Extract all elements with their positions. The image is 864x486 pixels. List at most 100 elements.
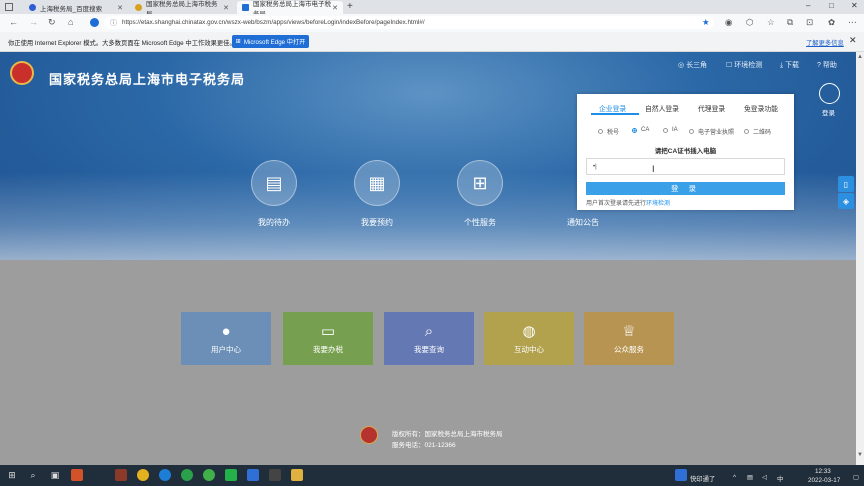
maximize-icon[interactable]: □	[829, 1, 834, 10]
info-icon[interactable]: ⓘ	[110, 18, 117, 28]
forward-icon[interactable]: →	[29, 17, 38, 27]
card-user-center[interactable]: ● 用户中心	[181, 312, 271, 365]
collections-icon[interactable]: ⧉	[787, 17, 793, 28]
file-explorer-icon[interactable]	[291, 469, 303, 481]
favorites-icon[interactable]: ☆	[767, 17, 775, 28]
app-office-icon[interactable]	[71, 469, 83, 481]
my-todo-button[interactable]: ▤	[251, 160, 297, 206]
ie-mode-favicon-icon	[242, 4, 249, 11]
infobar-message: 你正使用 Internet Explorer 模式。大多数页面在 Microso…	[8, 40, 236, 47]
task-view-icon[interactable]: ▣	[49, 469, 61, 481]
address-bar[interactable]: ⓘ https://etax.shanghai.chinatax.gov.cn/…	[104, 16, 714, 29]
home-icon[interactable]: ⌂	[68, 17, 73, 27]
scroll-up-icon[interactable]: ▲	[857, 54, 863, 60]
tray-chevron-icon[interactable]: ^	[733, 474, 736, 481]
radio-ca[interactable]: CA	[632, 127, 649, 133]
badge-icon: ♕	[622, 323, 636, 340]
radio-qr-code[interactable]: 二维码	[744, 127, 771, 136]
tab-baidu-search[interactable]: 上海税务局_百度搜索 ✕	[24, 1, 128, 14]
favorite-star-icon[interactable]: ★	[702, 17, 710, 28]
start-icon[interactable]: ⊞	[6, 469, 18, 481]
link-download[interactable]: ⤓ 下载	[780, 60, 799, 70]
card-public-service[interactable]: ♕ 公众服务	[584, 312, 674, 365]
scroll-down-icon[interactable]: ▼	[857, 452, 863, 458]
chat-icon: ◍	[522, 323, 536, 340]
close-infobar-icon[interactable]: ✕	[849, 35, 857, 46]
check-icon: ☐	[726, 62, 735, 69]
puzzle-icon[interactable]: ⬡	[746, 17, 753, 28]
radio-ia[interactable]: IA	[663, 127, 678, 133]
float-service-icon[interactable]: ◈	[838, 193, 854, 209]
login-dialog: 企业登录 自然人登录 代理登录 免登录功能 税号 CA IA 电子营业执照 二维…	[577, 94, 794, 210]
window-menu-icon[interactable]	[5, 3, 13, 11]
link-yangtze-delta[interactable]: ◎ 长三角	[678, 60, 707, 70]
profile-icon[interactable]: ⊡	[806, 17, 813, 28]
globe-icon: ◎	[678, 62, 687, 69]
tax-emblem-logo	[10, 61, 34, 85]
clock-date[interactable]: 2022-03-17	[808, 477, 840, 484]
login-label[interactable]: 登录	[822, 107, 835, 117]
more-icon[interactable]: ⋯	[848, 17, 857, 28]
radio-tax-id[interactable]: 税号	[598, 127, 619, 136]
grid-icon: ⊞	[472, 172, 488, 193]
app-360-icon[interactable]	[203, 469, 215, 481]
ime-app-icon[interactable]	[675, 469, 687, 481]
card-query[interactable]: ⌕ 我要查询	[384, 312, 474, 365]
tab-no-login-functions[interactable]: 免登录功能	[744, 103, 778, 113]
tab-agent-login[interactable]: 代理登录	[698, 103, 725, 113]
link-help[interactable]: ? 帮助	[817, 60, 837, 70]
notification-icon[interactable]: ▢	[853, 474, 859, 481]
tab-individual-login[interactable]: 自然人登录	[645, 103, 679, 113]
extension-icon[interactable]: ◉	[725, 17, 732, 28]
ime-label[interactable]: 快印通了	[690, 474, 715, 483]
network-icon[interactable]: ▤	[747, 474, 753, 481]
clock-time[interactable]: 12:33	[815, 468, 831, 475]
link-label: 长三角	[686, 62, 708, 69]
open-in-edge-button[interactable]: ⊞ Microsoft Edge 中打开	[232, 35, 309, 48]
app-tax-client-icon[interactable]	[115, 469, 127, 481]
radio-e-license[interactable]: 电子营业执照	[689, 127, 734, 136]
minimize-icon[interactable]: –	[806, 1, 810, 10]
volume-icon[interactable]: ◁	[762, 474, 767, 481]
close-tab-icon[interactable]: ✕	[332, 4, 338, 12]
login-avatar-icon[interactable]	[819, 83, 840, 104]
ie-mode-icon[interactable]	[90, 18, 99, 27]
login-button[interactable]: 登 录	[586, 182, 785, 195]
close-tab-icon[interactable]: ✕	[117, 4, 123, 12]
radio-label: 二维码	[753, 130, 772, 136]
learn-more-link[interactable]: 了解更多信息	[806, 38, 844, 47]
app-dark-icon[interactable]	[269, 469, 281, 481]
chrome-icon[interactable]	[137, 469, 149, 481]
radio-label: CA	[641, 127, 650, 133]
notice-label[interactable]: 通知公告	[543, 217, 623, 228]
wechat-icon[interactable]	[225, 469, 237, 481]
close-tab-icon[interactable]: ✕	[223, 4, 229, 12]
search-icon[interactable]: ⌕	[27, 469, 39, 481]
app-blue-icon[interactable]	[247, 469, 259, 481]
card-tax-handling[interactable]: ▭ 我要办税	[283, 312, 373, 365]
my-todo-label[interactable]: 我的待办	[234, 217, 314, 228]
refresh-icon[interactable]: ↻	[48, 17, 56, 28]
float-mobile-icon[interactable]: ▯	[838, 176, 854, 192]
tab-shanghai-tax[interactable]: 国家税务总局上海市税务局 ✕	[130, 1, 234, 18]
tab-etax[interactable]: 国家税务总局上海市电子税务局 ✕	[237, 1, 343, 18]
language-icon[interactable]: 中	[777, 474, 783, 483]
page-scrollbar[interactable]	[856, 52, 864, 465]
link-environment-check[interactable]: ☐ 环境检测	[726, 60, 762, 70]
edge-taskbar-icon[interactable]	[159, 469, 171, 481]
personal-service-label[interactable]: 个性服务	[440, 217, 520, 228]
app-green-icon[interactable]	[181, 469, 193, 481]
back-icon[interactable]: ←	[9, 17, 18, 27]
card-interaction[interactable]: ◍ 互动中心	[484, 312, 574, 365]
my-appointment-button[interactable]: ▦	[354, 160, 400, 206]
my-appointment-label[interactable]: 我要预约	[337, 217, 417, 228]
text-cursor-icon: I	[652, 164, 655, 174]
close-window-icon[interactable]: ✕	[851, 1, 858, 10]
personal-service-button[interactable]: ⊞	[457, 160, 503, 206]
ca-certificate-input[interactable]: •|	[586, 158, 785, 175]
edge-copilot-icon[interactable]: ✿	[828, 17, 835, 28]
tab-enterprise-login[interactable]: 企业登录	[599, 103, 626, 113]
new-tab-icon[interactable]: +	[347, 1, 353, 12]
environment-check-link[interactable]: 环境检测	[646, 201, 670, 207]
browser-tab-bar: 上海税务局_百度搜索 ✕ 国家税务总局上海市税务局 ✕ 国家税务总局上海市电子税…	[0, 0, 864, 18]
